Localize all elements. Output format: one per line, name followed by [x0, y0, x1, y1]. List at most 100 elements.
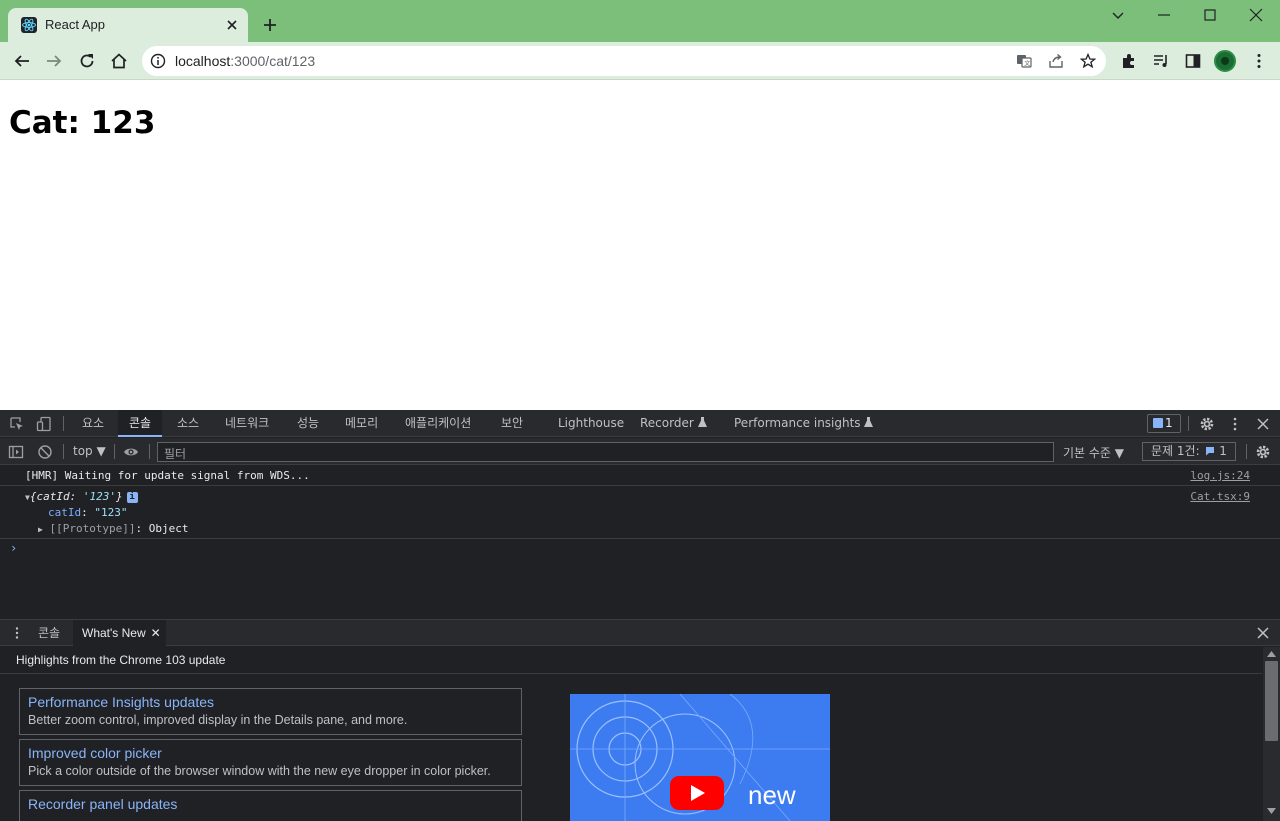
console-object-row[interactable]: ▼{catId: '123'} i — [25, 490, 138, 503]
tab-memory[interactable]: 메모리 — [345, 410, 378, 437]
feature-card[interactable]: Recorder panel updates — [19, 790, 522, 821]
back-icon[interactable] — [13, 52, 31, 70]
scroll-up-icon[interactable] — [1267, 651, 1276, 657]
log-levels-dropdown[interactable]: 기본 수준 ▼ — [1063, 444, 1124, 461]
share-icon[interactable] — [1048, 53, 1064, 69]
scrollbar-thumb[interactable] — [1265, 661, 1278, 741]
tab-sources[interactable]: 소스 — [177, 410, 199, 437]
whats-new-video-thumbnail[interactable]: new — [570, 694, 830, 821]
feature-card[interactable]: Performance Insights updates Better zoom… — [19, 688, 522, 735]
home-icon[interactable] — [110, 52, 128, 70]
drawer-tab-bar: 콘솔 What's New ✕ — [0, 619, 1280, 646]
close-devtools-icon[interactable] — [1255, 416, 1271, 432]
tab-console[interactable]: 콘솔 — [118, 410, 163, 437]
tab-performance[interactable]: 성능 — [297, 410, 319, 437]
devtools-menu-icon[interactable] — [1227, 416, 1243, 432]
browser-toolbar: localhost:3000/cat/123 文 — [0, 42, 1280, 80]
console-issue-count[interactable]: 문제 1건: 1 — [1142, 442, 1236, 461]
feature-card-title[interactable]: Improved color picker — [28, 744, 513, 762]
side-panel-icon[interactable] — [1184, 52, 1202, 70]
live-expression-eye-icon[interactable] — [123, 444, 139, 460]
drawer-tab-console[interactable]: 콘솔 — [38, 620, 60, 646]
device-toolbar-icon[interactable] — [36, 416, 52, 432]
console-sidebar-icon[interactable] — [8, 444, 24, 460]
tab-application[interactable]: 애플리케이션 — [405, 410, 471, 437]
forward-icon[interactable] — [45, 52, 63, 70]
tab-security[interactable]: 보안 — [501, 410, 523, 437]
drawer-tab-whats-new[interactable]: What's New ✕ — [73, 620, 166, 646]
tab-recorder[interactable]: Recorder — [640, 410, 707, 437]
tab-elements[interactable]: 요소 — [82, 410, 106, 437]
bookmark-star-icon[interactable] — [1080, 53, 1096, 69]
issues-badge[interactable]: 1 — [1147, 414, 1181, 433]
close-tab-icon[interactable] — [224, 17, 240, 33]
extensions-icon[interactable] — [1120, 52, 1138, 70]
tab-lighthouse[interactable]: Lighthouse — [558, 410, 624, 437]
prototype-row[interactable]: ▶ [[Prototype]]: Object — [38, 522, 189, 535]
issue-count-value: 1 — [1219, 444, 1227, 458]
translate-icon[interactable]: 文 — [1016, 53, 1032, 69]
inspect-element-icon[interactable] — [9, 416, 25, 432]
reload-icon[interactable] — [78, 52, 96, 70]
issues-count: 1 — [1165, 416, 1173, 430]
scroll-down-icon[interactable] — [1267, 808, 1276, 814]
video-new-label: new — [748, 780, 796, 810]
tab-performance-insights[interactable]: Performance insights — [734, 410, 874, 437]
whats-new-header: Highlights from the Chrome 103 update — [16, 653, 226, 667]
toolbar-divider — [114, 444, 115, 459]
console-settings-gear-icon[interactable] — [1255, 444, 1271, 460]
toolbar-divider — [63, 444, 64, 459]
close-drawer-tab-icon[interactable]: ✕ — [151, 620, 161, 646]
context-label: top — [73, 444, 93, 458]
page-viewport: Cat: 123 — [0, 81, 1280, 410]
message-divider — [0, 538, 1280, 539]
minimize-icon[interactable] — [1155, 6, 1173, 24]
console-filter-input[interactable]: 필터 — [157, 442, 1054, 462]
drawer-menu-icon[interactable] — [10, 626, 24, 640]
close-drawer-icon[interactable] — [1256, 626, 1270, 640]
toolbar-divider — [149, 444, 150, 459]
issue-flag-icon — [1206, 447, 1215, 456]
close-window-icon[interactable] — [1247, 6, 1265, 24]
media-control-icon[interactable] — [1152, 52, 1170, 70]
source-link-cattsx[interactable]: Cat.tsx:9 — [1190, 490, 1250, 503]
address-bar[interactable]: localhost:3000/cat/123 文 — [142, 46, 1106, 76]
tab-strip: React App — [0, 0, 1280, 42]
react-logo-icon — [21, 17, 37, 33]
source-link-logjs[interactable]: log.js:24 — [1190, 469, 1250, 482]
feature-card-title[interactable]: Recorder panel updates — [28, 795, 513, 813]
feature-card-title[interactable]: Performance Insights updates — [28, 693, 513, 711]
obj-value: '123' — [82, 490, 116, 503]
youtube-play-icon[interactable] — [670, 776, 724, 810]
profile-avatar[interactable] — [1214, 50, 1236, 72]
toolbar-divider — [63, 416, 64, 431]
drawer-scrollbar[interactable] — [1263, 647, 1280, 821]
devtools-panel: 요소 콘솔 소스 네트워크 성능 메모리 애플리케이션 보안 Lighthous… — [0, 410, 1280, 821]
clear-console-icon[interactable] — [37, 444, 53, 460]
settings-gear-icon[interactable] — [1199, 416, 1215, 432]
collapse-triangle-icon[interactable]: ▶ — [38, 525, 43, 534]
toolbar-divider — [1246, 444, 1247, 459]
header-divider — [0, 673, 1262, 674]
object-property-row: catId: "123" — [48, 506, 128, 519]
log-levels-label: 기본 수준 — [1063, 446, 1111, 460]
page-heading: Cat: 123 — [9, 105, 156, 141]
url-text[interactable]: localhost:3000/cat/123 — [175, 53, 315, 69]
site-info-icon[interactable] — [150, 53, 166, 69]
url-path: :3000/cat/123 — [230, 53, 316, 69]
maximize-icon[interactable] — [1201, 6, 1219, 24]
experiment-flask-icon — [864, 417, 874, 427]
feature-card[interactable]: Improved color picker Pick a color outsi… — [19, 739, 522, 786]
tab-search-icon[interactable] — [1109, 6, 1127, 24]
drawer-tab-whats-new-label: What's New — [82, 626, 146, 640]
console-prompt-chevron-icon[interactable]: › — [10, 541, 17, 555]
console-toolbar: top ▼ 필터 기본 수준 ▼ 문제 1건: 1 — [0, 438, 1280, 465]
tab-network[interactable]: 네트워크 — [225, 410, 269, 437]
context-selector[interactable]: top ▼ — [73, 444, 106, 458]
new-tab-icon[interactable] — [262, 17, 278, 33]
browser-tab[interactable]: React App — [8, 8, 248, 42]
devtools-tab-bar: 요소 콘솔 소스 네트워크 성능 메모리 애플리케이션 보안 Lighthous… — [0, 410, 1280, 437]
info-icon: i — [126, 491, 138, 503]
browser-menu-icon[interactable] — [1250, 52, 1268, 70]
experiment-flask-icon — [697, 417, 707, 427]
